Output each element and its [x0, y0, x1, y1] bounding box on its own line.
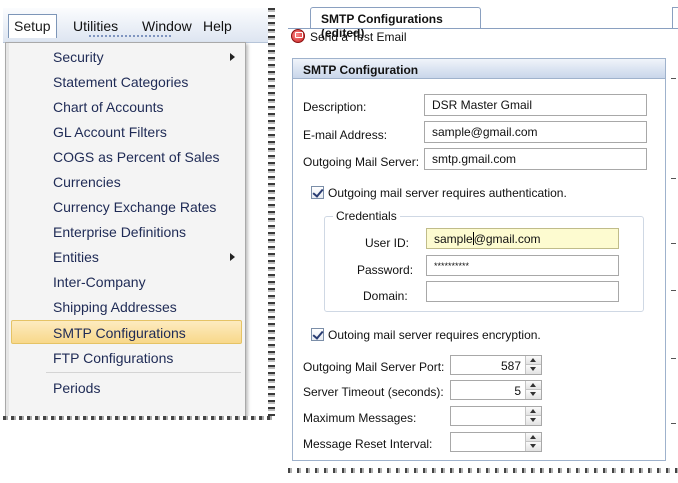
password-label: Password:: [357, 263, 414, 277]
smtp-form-screenshot: SMTP Configurations (edited) Send a Test…: [288, 0, 678, 483]
menu-item-gl-account-filters[interactable]: GL Account Filters: [15, 120, 243, 144]
domain-label: Domain:: [363, 289, 408, 303]
menu-item-smtp-configurations[interactable]: SMTP Configurations: [11, 320, 242, 344]
torn-edge: [268, 8, 275, 420]
credentials-group: Credentials User ID: sample@gmail.com Pa…: [324, 209, 644, 312]
toolbar: Send a Test Email: [288, 29, 673, 47]
menu-item-inter-company[interactable]: Inter-Company: [15, 270, 243, 294]
menu-item-entities[interactable]: Entities: [15, 245, 243, 269]
max-messages-stepper[interactable]: [450, 406, 542, 426]
menu-item-ftp-configurations[interactable]: FTP Configurations: [15, 346, 243, 370]
menu-item-label: Security: [53, 49, 104, 65]
spin-down-icon[interactable]: [526, 390, 541, 399]
max-messages-label: Maximum Messages:: [303, 411, 417, 425]
mail-server-field[interactable]: smtp.gmail.com: [424, 148, 647, 170]
menu-setup[interactable]: Setup: [8, 14, 57, 38]
timeout-stepper[interactable]: 5: [450, 380, 542, 400]
menu-item-label: Inter-Company: [53, 274, 146, 290]
menu-item-label: FTP Configurations: [53, 350, 174, 366]
menu-item-shipping-addresses[interactable]: Shipping Addresses: [15, 295, 243, 319]
reset-interval-stepper[interactable]: [450, 432, 542, 452]
menu-item-label: Currency Exchange Rates: [53, 199, 217, 215]
credentials-title: Credentials: [333, 209, 400, 223]
menu-separator: [46, 372, 241, 373]
email-test-icon[interactable]: [291, 29, 305, 43]
description-label: Description:: [303, 100, 367, 114]
menu-item-currencies[interactable]: Currencies: [15, 170, 243, 194]
port-value: 587: [500, 359, 521, 373]
menu-item-enterprise-definitions[interactable]: Enterprise Definitions: [15, 220, 243, 244]
send-test-email-button[interactable]: Send a Test Email: [310, 30, 407, 44]
menu-item-label: Entities: [53, 249, 99, 265]
mail-server-label: Outgoing Mail Server:: [303, 155, 420, 169]
menu-drag-handle: [89, 35, 171, 39]
port-label: Outgoing Mail Server Port:: [303, 360, 445, 374]
description-field[interactable]: DSR Master Gmail: [424, 94, 647, 116]
torn-edge: [3, 416, 275, 420]
menu-item-label: Shipping Addresses: [53, 299, 177, 315]
spin-up-icon[interactable]: [526, 356, 541, 365]
menu-item-label: Currencies: [53, 174, 121, 190]
menu-item-label: Statement Categories: [53, 74, 189, 90]
password-field[interactable]: **********: [426, 255, 619, 276]
timeout-label: Server Timeout (seconds):: [303, 385, 444, 399]
email-field[interactable]: sample@gmail.com: [424, 121, 647, 143]
menu-item-label: Enterprise Definitions: [53, 224, 187, 240]
domain-field[interactable]: [426, 281, 619, 302]
menu-item-label: COGS as Percent of Sales: [53, 149, 220, 165]
adjacent-panel-edge: [667, 58, 678, 468]
menu-item-statement-categories[interactable]: Statement Categories: [15, 70, 243, 94]
setup-menu-screenshot: Setup Utilities Window Help Security Sta…: [3, 8, 275, 420]
spin-down-icon[interactable]: [526, 365, 541, 374]
spin-up-icon[interactable]: [526, 407, 541, 416]
menu-window[interactable]: Window: [142, 18, 192, 34]
timeout-value: 5: [514, 384, 521, 398]
menu-item-label: Periods: [53, 380, 101, 396]
menu-item-label: SMTP Configurations: [53, 325, 186, 341]
auth-label: Outgoing mail server requires authentica…: [328, 186, 567, 200]
menu-item-periods[interactable]: Periods: [15, 376, 243, 400]
menu-item-label: Chart of Accounts: [53, 99, 164, 115]
auth-checkbox[interactable]: [311, 186, 324, 199]
smtp-configuration-panel: SMTP Configuration Description: DSR Mast…: [292, 58, 666, 461]
tab-next[interactable]: [672, 7, 678, 28]
email-label: E-mail Address:: [303, 128, 388, 142]
user-id-field[interactable]: sample@gmail.com: [426, 228, 619, 249]
menu-help[interactable]: Help: [203, 18, 232, 34]
spin-down-icon[interactable]: [526, 416, 541, 425]
setup-dropdown: Security Statement Categories Chart of A…: [5, 42, 246, 417]
section-title: SMTP Configuration: [293, 59, 665, 79]
submenu-arrow-icon: [230, 253, 235, 261]
spin-up-icon[interactable]: [526, 433, 541, 442]
menu-item-currency-exchange-rates[interactable]: Currency Exchange Rates: [15, 195, 243, 219]
tab-smtp-configurations[interactable]: SMTP Configurations (edited): [310, 7, 481, 40]
port-stepper[interactable]: 587: [450, 355, 542, 375]
menu-item-label: GL Account Filters: [53, 124, 167, 140]
encryption-checkbox[interactable]: [311, 328, 324, 341]
menu-item-chart-of-accounts[interactable]: Chart of Accounts: [15, 95, 243, 119]
encryption-label: Outoing mail server requires encryption.: [328, 328, 541, 342]
menu-item-security[interactable]: Security: [15, 45, 243, 69]
menu-bar: Setup Utilities Window Help: [3, 8, 275, 43]
submenu-arrow-icon: [230, 53, 235, 61]
menu-utilities[interactable]: Utilities: [73, 18, 118, 34]
user-id-label: User ID:: [365, 236, 410, 250]
torn-edge: [288, 468, 678, 473]
spin-up-icon[interactable]: [526, 381, 541, 390]
spin-down-icon[interactable]: [526, 442, 541, 451]
reset-interval-label: Message Reset Interval:: [303, 437, 433, 451]
menu-item-cogs-percent[interactable]: COGS as Percent of Sales: [15, 145, 243, 169]
